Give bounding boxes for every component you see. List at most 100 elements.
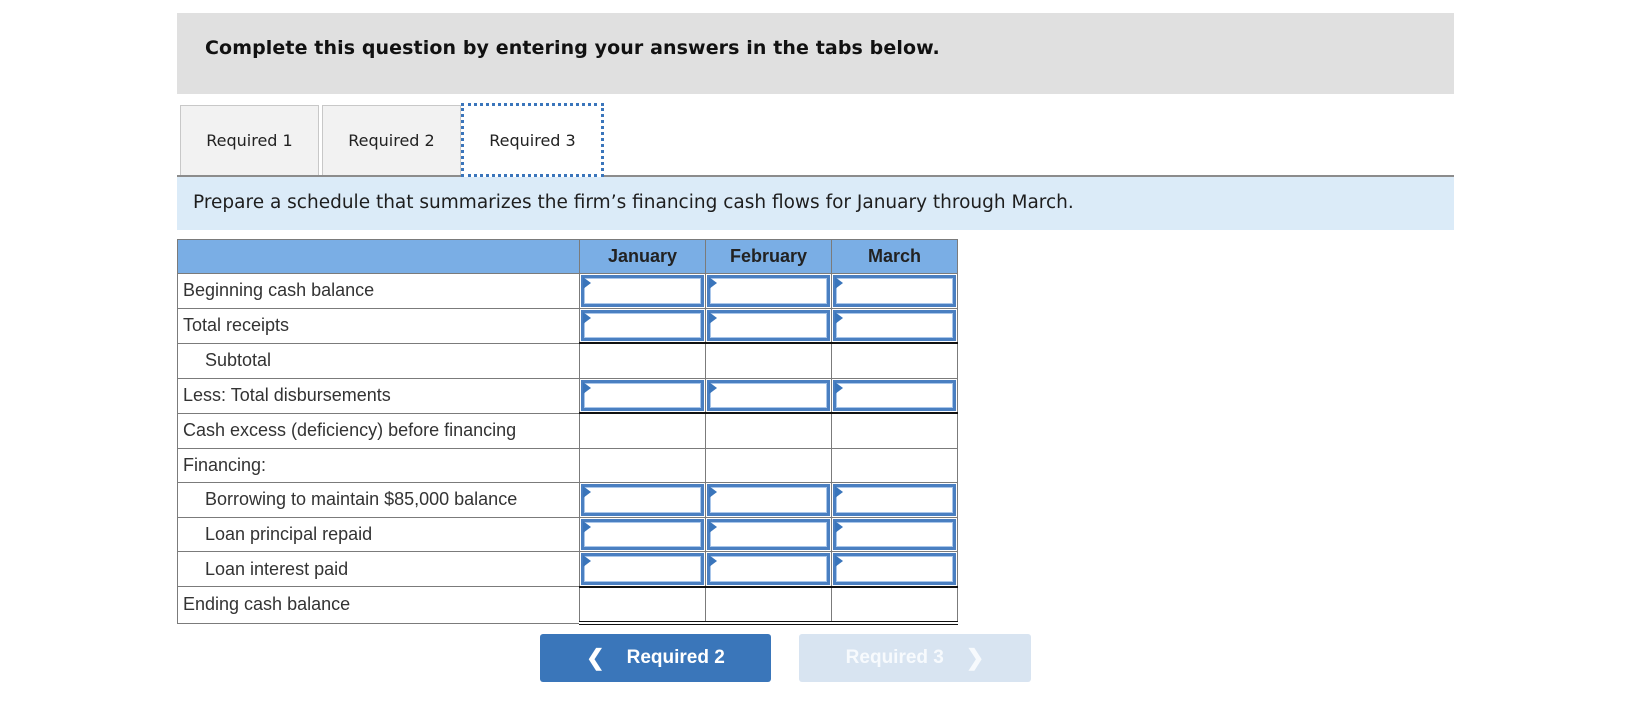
chevron-left-icon: ❮ [586,645,605,670]
input-box[interactable] [833,379,956,411]
cell-march[interactable] [831,516,958,552]
cell-march [831,342,958,379]
input-flag-icon [583,486,591,498]
tab-bar: Required 1 Required 2 Required 3 [177,103,1454,177]
input-box[interactable] [707,553,830,585]
amount-input-january[interactable] [584,382,701,408]
input-box[interactable] [833,275,956,307]
input-box[interactable] [581,553,704,585]
question-header-title: Complete this question by entering your … [205,37,940,59]
cell-february [705,447,832,483]
amount-input-february[interactable] [710,382,827,408]
cell-february[interactable] [705,482,832,518]
question-header: Complete this question by entering your … [177,13,1454,94]
input-flag-icon [709,311,717,324]
input-box[interactable] [707,309,830,341]
cell-march [831,447,958,483]
input-box[interactable] [581,484,704,516]
input-flag-icon [709,520,717,533]
tab-required-2[interactable]: Required 2 [322,105,461,175]
input-flag-icon [835,311,843,324]
input-box[interactable] [833,553,956,585]
cell-january[interactable] [579,307,706,344]
cell-march[interactable] [831,307,958,344]
amount-input-january[interactable] [584,556,701,582]
cell-january [579,412,706,449]
cell-february [705,586,832,625]
input-box[interactable] [707,484,830,516]
input-flag-icon [709,277,717,289]
input-box[interactable] [833,518,956,550]
row-label: Loan principal repaid [177,516,580,552]
chevron-right-icon: ❯ [965,645,985,670]
input-box[interactable] [707,518,830,550]
instruction-banner: Prepare a schedule that summarizes the f… [177,177,1454,230]
cell-march[interactable] [831,273,958,309]
tab-label: Required 2 [348,131,435,150]
column-header-label [177,239,580,274]
cell-february[interactable] [705,551,832,588]
amount-input-january[interactable] [584,521,701,547]
amount-input-march[interactable] [836,487,953,513]
amount-input-january[interactable] [584,312,701,338]
row-label: Ending cash balance [177,586,580,624]
input-box[interactable] [833,309,956,341]
row-label: Loan interest paid [177,551,580,587]
table-row: Subtotal [177,342,958,379]
amount-input-february[interactable] [710,487,827,513]
input-box[interactable] [581,379,704,411]
input-box[interactable] [833,484,956,516]
input-flag-icon [583,277,591,289]
cell-january[interactable] [579,516,706,552]
amount-input-march[interactable] [836,521,953,547]
table-row: Borrowing to maintain $85,000 balance [177,482,958,518]
cell-march[interactable] [831,377,958,414]
amount-input-january[interactable] [584,487,701,513]
amount-input-march[interactable] [836,278,953,304]
input-flag-icon [835,277,843,289]
instruction-text: Prepare a schedule that summarizes the f… [193,192,1074,213]
amount-input-february[interactable] [710,556,827,582]
cell-january[interactable] [579,482,706,518]
cell-january [579,586,706,625]
amount-input-march[interactable] [836,556,953,582]
input-box[interactable] [581,309,704,341]
cell-january [579,447,706,483]
table-row: Cash excess (deficiency) before financin… [177,412,958,449]
input-flag-icon [583,520,591,533]
cell-march [831,412,958,449]
amount-input-february[interactable] [710,278,827,304]
table-row: Loan interest paid [177,551,958,588]
tab-required-3[interactable]: Required 3 [461,103,604,177]
tab-required-1[interactable]: Required 1 [180,105,319,175]
amount-input-january[interactable] [584,278,701,304]
next-required-3-button: Required 3 ❯ [799,634,1031,682]
input-box[interactable] [581,518,704,550]
row-label: Beginning cash balance [177,273,580,309]
input-box[interactable] [707,379,830,411]
cell-march[interactable] [831,482,958,518]
cell-march[interactable] [831,551,958,588]
row-label: Total receipts [177,307,580,344]
cell-january[interactable] [579,551,706,588]
cell-february[interactable] [705,377,832,414]
cell-january[interactable] [579,273,706,309]
next-button-label: Required 3 [845,647,944,668]
cell-february[interactable] [705,273,832,309]
prev-required-2-button[interactable]: ❮ Required 2 [540,634,771,682]
amount-input-february[interactable] [710,312,827,338]
input-box[interactable] [707,275,830,307]
input-box[interactable] [581,275,704,307]
cell-march [831,586,958,625]
row-label: Borrowing to maintain $85,000 balance [177,482,580,518]
cell-february[interactable] [705,307,832,344]
amount-input-february[interactable] [710,521,827,547]
amount-input-march[interactable] [836,382,953,408]
column-header-january: January [579,239,706,274]
tab-label: Required 3 [489,130,576,150]
cell-january[interactable] [579,377,706,414]
cell-february[interactable] [705,516,832,552]
column-header-february: February [705,239,832,274]
input-flag-icon [709,486,717,498]
amount-input-march[interactable] [836,312,953,338]
